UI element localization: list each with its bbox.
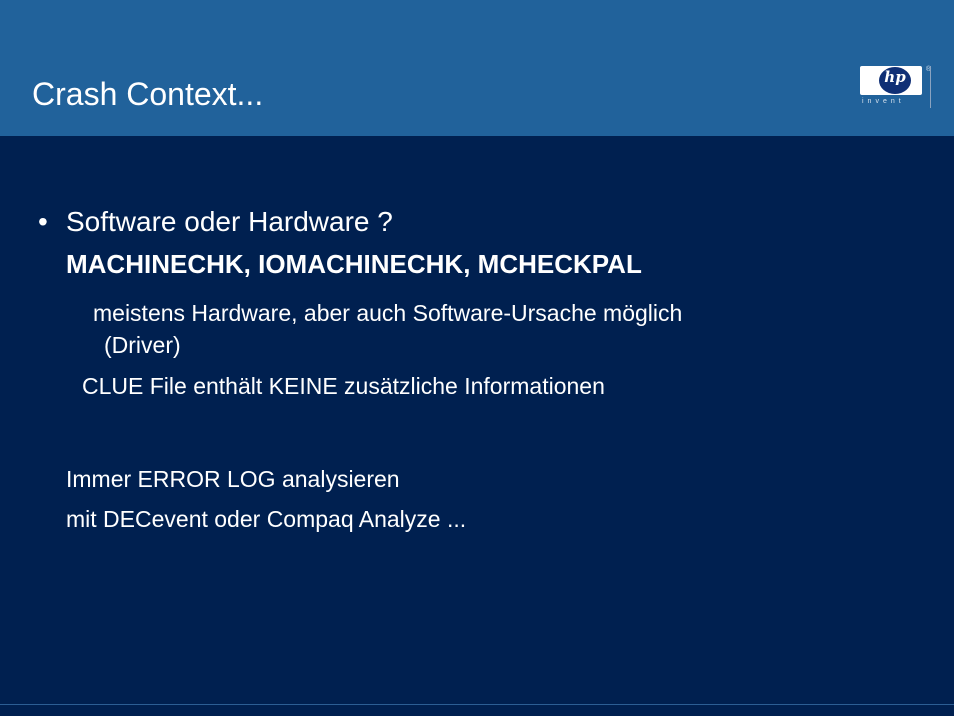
detail-line-2: CLUE File enthält KEINE zusätzliche Info… — [82, 373, 605, 399]
bullet-marker: • — [38, 206, 48, 237]
slide: Crash Context... hp invent ® • Software … — [0, 0, 954, 722]
instruction-line-1: Immer ERROR LOG analysieren — [66, 466, 400, 492]
slide-header: Crash Context... — [0, 0, 954, 136]
bullet-text: Software oder Hardware ? — [66, 206, 393, 237]
bold-subheading: MACHINECHK, IOMACHINECHK, MCHECKPAL — [66, 249, 642, 279]
instruction-line-2: mit DECevent oder Compaq Analyze ... — [66, 506, 467, 532]
footer-divider — [0, 704, 954, 705]
detail-line-1-continued: (Driver) — [104, 332, 181, 358]
slide-title: Crash Context... — [32, 76, 264, 112]
hp-logo-box: hp — [860, 66, 922, 95]
hp-logo: hp invent ® — [856, 66, 932, 108]
hp-logo-mark: hp — [884, 68, 906, 86]
logo-divider — [930, 66, 931, 108]
detail-line-1: meistens Hardware, aber auch Software-Ur… — [93, 300, 683, 326]
hp-logo-tagline: invent — [862, 98, 905, 105]
slide-bottom-border — [0, 716, 954, 722]
